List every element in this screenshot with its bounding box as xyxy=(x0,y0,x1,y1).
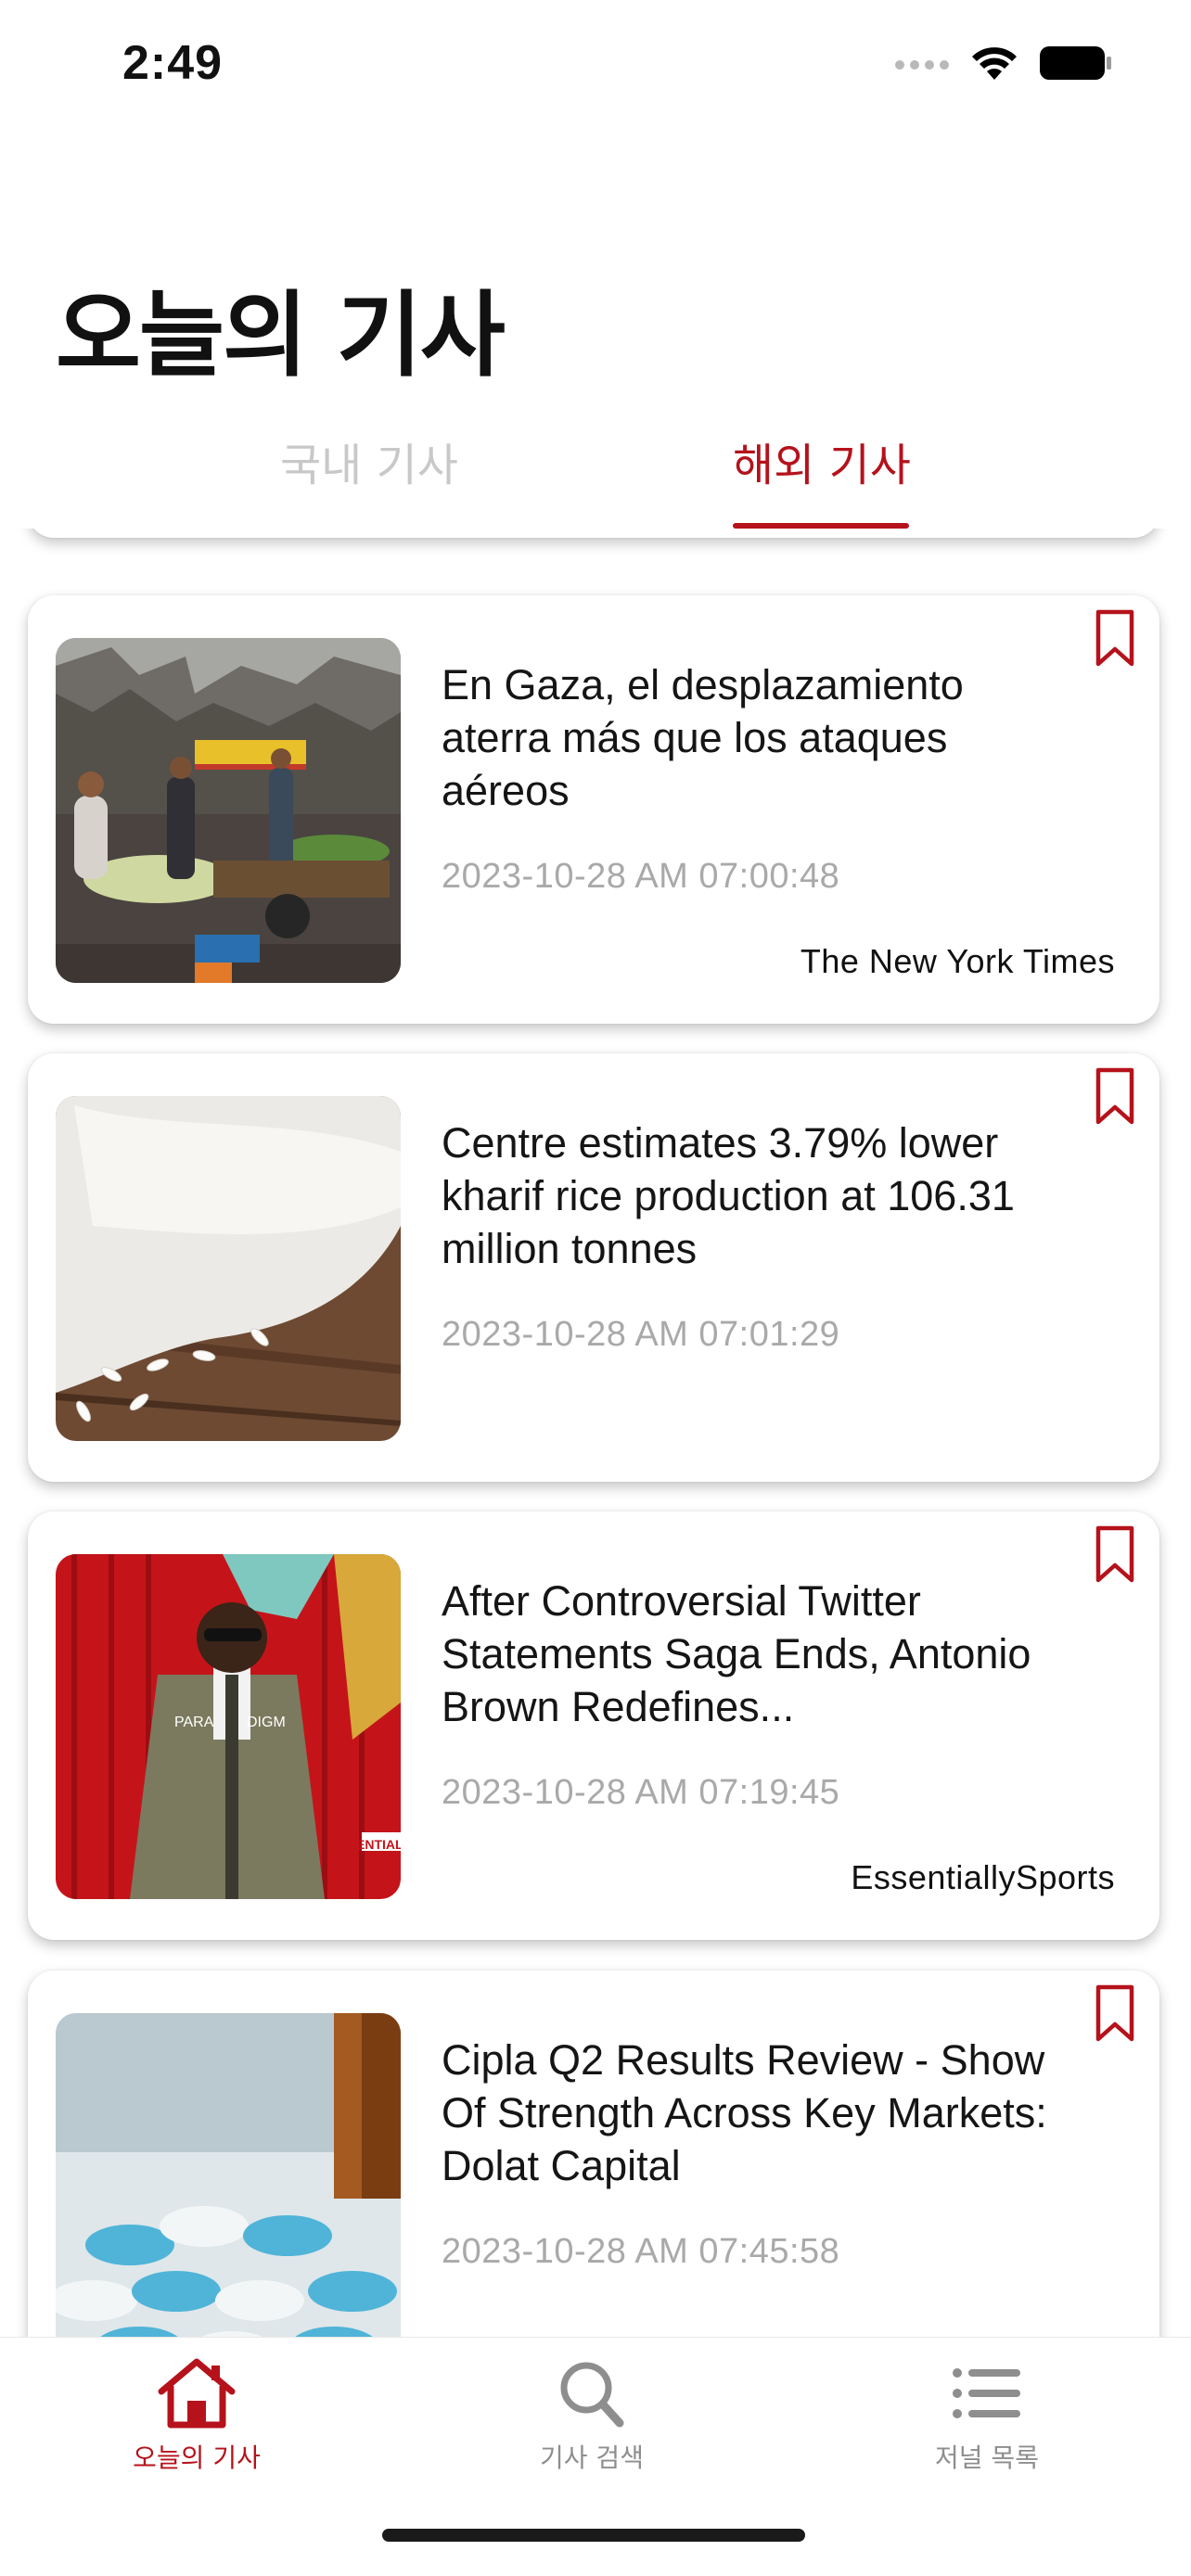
jacket-print-left: PARA xyxy=(174,1715,214,1730)
article-thumbnail xyxy=(56,1096,401,1441)
segment-tabs: 국내 기사 해외 기사 xyxy=(0,408,1191,529)
nav-label: 오늘의 기사 xyxy=(133,2442,261,2473)
article-title: Cipla Q2 Results Review - Show Of Streng… xyxy=(442,2036,1047,2189)
article-card[interactable]: Centre estimates 3.79% lower kharif rice… xyxy=(28,1053,1159,1482)
article-card[interactable]: Cipla Q2 Results Review - Show Of Streng… xyxy=(28,1970,1159,2337)
nav-today-articles[interactable]: 오늘의 기사 xyxy=(76,2356,317,2475)
article-date: 2023-10-28 AM 07:00:48 xyxy=(442,857,840,896)
status-bar: 2:49 xyxy=(0,0,1191,130)
home-icon xyxy=(158,2358,236,2429)
home-indicator xyxy=(382,2529,805,2542)
article-title: Centre estimates 3.79% lower kharif rice… xyxy=(442,1119,1015,1272)
article-feed[interactable]: En Gaza, el desplazamiento aterra más qu… xyxy=(0,529,1191,2337)
article-source: The New York Times xyxy=(800,942,1115,980)
nav-article-search[interactable]: 기사 검색 xyxy=(471,2356,712,2475)
article-thumbnail xyxy=(56,638,401,983)
battery-icon xyxy=(1040,46,1111,80)
bookmark-icon[interactable] xyxy=(1095,608,1135,668)
nav-journal-list[interactable]: 저널 목록 xyxy=(866,2356,1108,2475)
nav-label: 저널 목록 xyxy=(935,2442,1039,2473)
tab-foreign-articles[interactable]: 해외 기사 xyxy=(733,428,911,493)
article-title: After Controversial Twitter Statements S… xyxy=(442,1577,1031,1730)
list-icon xyxy=(953,2368,1020,2418)
article-card[interactable]: PARA DIGM ESSENTIALLY After Controversia… xyxy=(28,1511,1159,1940)
article-thumbnail xyxy=(56,2013,401,2337)
backdrop-logo-text: ESSENTIALLY xyxy=(330,1837,401,1852)
search-icon xyxy=(560,2362,624,2428)
tab-domestic-articles[interactable]: 국내 기사 xyxy=(280,428,458,493)
page-title: 오늘의 기사 xyxy=(56,281,506,389)
article-source: EssentiallySports xyxy=(851,1858,1115,1896)
article-thumbnail: PARA DIGM ESSENTIALLY xyxy=(56,1554,401,1899)
jacket-print-right: DIGM xyxy=(247,1715,286,1730)
article-title: En Gaza, el desplazamiento aterra más qu… xyxy=(442,661,964,814)
article-card[interactable]: En Gaza, el desplazamiento aterra más qu… xyxy=(28,595,1159,1024)
article-card-partial[interactable] xyxy=(28,529,1159,538)
bookmark-icon[interactable] xyxy=(1095,1066,1135,1126)
article-date: 2023-10-28 AM 07:19:45 xyxy=(442,1773,840,1812)
article-date: 2023-10-28 AM 07:45:58 xyxy=(442,2232,840,2271)
wifi-icon xyxy=(972,47,1017,80)
status-icons xyxy=(894,45,1113,82)
status-time: 2:49 xyxy=(122,36,224,90)
article-date: 2023-10-28 AM 07:01:29 xyxy=(442,1315,840,1354)
nav-label: 기사 검색 xyxy=(540,2442,644,2473)
bookmark-icon[interactable] xyxy=(1095,1983,1135,2043)
bookmark-icon[interactable] xyxy=(1095,1524,1135,1584)
cellular-signal-icon xyxy=(895,60,949,70)
